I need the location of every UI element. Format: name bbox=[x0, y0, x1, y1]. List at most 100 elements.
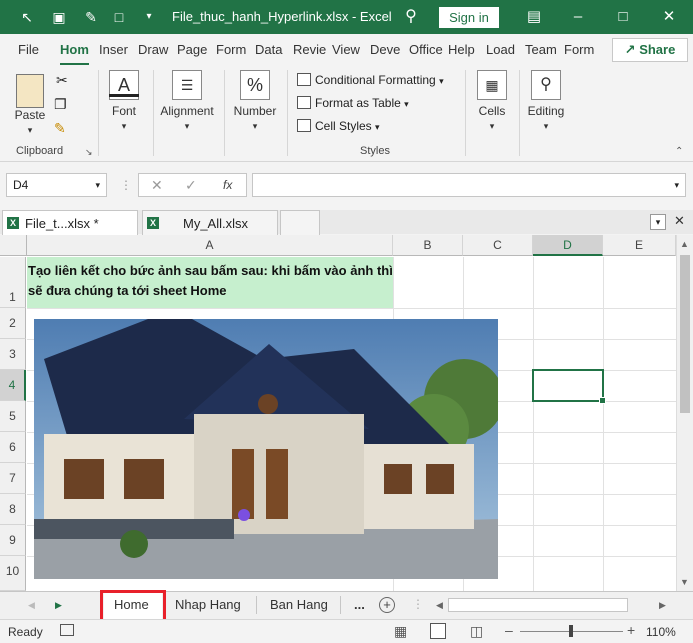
chevron-down-icon[interactable]: ▾ bbox=[674, 174, 679, 196]
close-icon[interactable]: ✕ bbox=[674, 213, 685, 229]
row-header-9[interactable]: 9 bbox=[0, 525, 26, 556]
sheet-tab-nhap-hang[interactable]: Nhap Hang bbox=[175, 597, 241, 613]
share-button[interactable]: ↗ Share bbox=[612, 38, 688, 62]
search-icon[interactable]: ⚲ bbox=[402, 9, 420, 25]
cells-icon[interactable]: ▦ bbox=[477, 70, 507, 100]
column-header-b[interactable]: B bbox=[393, 235, 463, 256]
next-sheet-icon[interactable]: ▶ bbox=[55, 600, 62, 611]
zoom-level[interactable]: 110% bbox=[646, 625, 676, 639]
cancel-icon[interactable]: ✕ bbox=[151, 177, 163, 194]
workbook-tab-label: File_t...xlsx * bbox=[25, 216, 99, 231]
splitter-icon[interactable]: ⋮ bbox=[412, 597, 424, 611]
close-button[interactable]: ✕ bbox=[654, 6, 684, 28]
sheet-tab-ban-hang[interactable]: Ban Hang bbox=[270, 597, 328, 613]
conditional-formatting-button[interactable]: Conditional Formatting ▾ bbox=[297, 72, 444, 88]
ribbon-display-icon[interactable]: ▤ bbox=[519, 6, 549, 28]
column-header-e[interactable]: E bbox=[603, 235, 676, 256]
chevron-down-icon[interactable]: ▾ bbox=[650, 214, 666, 230]
cell-a1[interactable]: Tạo liên kết cho bức ảnh sau bấm sau: kh… bbox=[27, 257, 393, 308]
tab-developer[interactable]: Deve bbox=[370, 42, 400, 58]
tab-file[interactable]: File bbox=[18, 42, 39, 58]
row-header-2[interactable]: 2 bbox=[0, 308, 26, 339]
column-header-a[interactable]: A bbox=[27, 235, 393, 256]
minimize-button[interactable]: – bbox=[563, 6, 593, 28]
edit-icon[interactable]: ✎ bbox=[82, 9, 100, 25]
tab-team[interactable]: Team bbox=[525, 42, 557, 58]
number-button[interactable]: Number ▾ bbox=[228, 104, 282, 132]
sign-in-button[interactable]: Sign in bbox=[439, 7, 499, 28]
scroll-thumb[interactable] bbox=[680, 255, 690, 413]
cell-styles-button[interactable]: Cell Styles ▾ bbox=[297, 118, 380, 134]
zoom-slider-thumb[interactable] bbox=[569, 625, 573, 637]
row-header-6[interactable]: 6 bbox=[0, 432, 26, 463]
paste-button[interactable]: Paste ▾ bbox=[10, 108, 50, 136]
page-layout-icon[interactable] bbox=[430, 623, 446, 639]
cut-icon[interactable]: ✂ bbox=[56, 72, 68, 89]
more-sheets-button[interactable]: ... bbox=[354, 597, 365, 613]
new-file-icon[interactable]: □ bbox=[110, 9, 128, 25]
enter-icon[interactable]: ✓ bbox=[185, 177, 197, 194]
page-break-icon[interactable]: ◫ bbox=[470, 623, 483, 640]
dialog-launcher-icon[interactable]: ↘ bbox=[85, 147, 93, 158]
alignment-icon[interactable]: ☰ bbox=[172, 70, 202, 100]
worksheet-grid[interactable]: A B C D E 1 2 3 4 5 6 7 8 9 10 Tạo liên … bbox=[0, 235, 676, 591]
scroll-left-icon[interactable]: ◀ bbox=[436, 600, 443, 611]
collapse-ribbon-icon[interactable]: ⌃ bbox=[675, 146, 683, 157]
row-header-10[interactable]: 10 bbox=[0, 556, 26, 591]
row-header-5[interactable]: 5 bbox=[0, 401, 26, 432]
house-image[interactable] bbox=[34, 319, 498, 579]
column-header-d[interactable]: D bbox=[533, 235, 603, 256]
tab-review[interactable]: Revie bbox=[293, 42, 326, 58]
zoom-in-icon[interactable]: + bbox=[627, 622, 635, 638]
cells-button[interactable]: Cells ▾ bbox=[470, 104, 514, 132]
zoom-out-icon[interactable]: – bbox=[505, 622, 513, 638]
tab-form[interactable]: Form bbox=[564, 42, 594, 58]
tab-load[interactable]: Load bbox=[486, 42, 515, 58]
tab-office[interactable]: Office bbox=[409, 42, 443, 58]
row-header-4[interactable]: 4 bbox=[0, 370, 26, 401]
scroll-down-icon[interactable]: ▼ bbox=[680, 577, 689, 587]
paste-icon[interactable] bbox=[16, 74, 44, 108]
tab-help[interactable]: Help bbox=[448, 42, 475, 58]
macro-record-icon[interactable] bbox=[60, 624, 74, 636]
prev-sheet-icon[interactable]: ◀ bbox=[28, 600, 35, 611]
scroll-right-icon[interactable]: ▶ bbox=[659, 600, 666, 611]
copy-icon[interactable]: ❐ bbox=[54, 96, 67, 113]
new-workbook-tab[interactable] bbox=[280, 210, 320, 235]
tab-data[interactable]: Data bbox=[255, 42, 282, 58]
percent-icon[interactable]: % bbox=[240, 70, 270, 100]
row-header-7[interactable]: 7 bbox=[0, 463, 26, 494]
tab-draw[interactable]: Draw bbox=[138, 42, 168, 58]
select-all-button[interactable] bbox=[0, 235, 27, 256]
insert-function-button[interactable]: fx bbox=[223, 178, 232, 192]
tab-home[interactable]: Hom bbox=[60, 42, 89, 65]
alignment-button[interactable]: Alignment ▾ bbox=[156, 104, 218, 132]
add-sheet-icon[interactable]: + bbox=[379, 597, 395, 613]
editing-button[interactable]: Editing ▾ bbox=[522, 104, 570, 132]
column-header-c[interactable]: C bbox=[463, 235, 533, 256]
workbook-tab-active[interactable]: X File_t...xlsx * bbox=[2, 210, 138, 235]
format-as-table-button[interactable]: Format as Table ▾ bbox=[297, 95, 409, 111]
autosave-icon[interactable]: ↖ bbox=[18, 9, 36, 25]
format-painter-icon[interactable]: ✎ bbox=[54, 120, 66, 137]
font-button[interactable]: Font ▾ bbox=[100, 104, 148, 132]
formula-input[interactable]: ▾ bbox=[252, 173, 686, 197]
tab-formulas[interactable]: Form bbox=[216, 42, 246, 58]
scroll-up-icon[interactable]: ▲ bbox=[680, 239, 689, 249]
workbook-tab[interactable]: X My_All.xlsx bbox=[142, 210, 278, 235]
horizontal-scroll-thumb[interactable] bbox=[448, 598, 628, 612]
search-icon[interactable]: ⚲ bbox=[531, 70, 561, 100]
row-header-3[interactable]: 3 bbox=[0, 339, 26, 370]
vertical-scrollbar[interactable]: ▲ ▼ bbox=[676, 235, 693, 591]
tab-insert[interactable]: Inser bbox=[99, 42, 128, 58]
maximize-button[interactable]: □ bbox=[608, 6, 638, 28]
tab-view[interactable]: View bbox=[332, 42, 360, 58]
tab-page-layout[interactable]: Page bbox=[177, 42, 207, 58]
row-header-1[interactable]: 1 bbox=[0, 257, 26, 308]
selected-cell-d4[interactable] bbox=[532, 369, 606, 404]
customize-qat-icon[interactable]: ▾ bbox=[140, 9, 158, 25]
row-header-8[interactable]: 8 bbox=[0, 494, 26, 525]
save-icon[interactable]: ▣ bbox=[50, 9, 68, 25]
normal-view-icon[interactable]: ▦ bbox=[394, 623, 407, 640]
name-box[interactable]: D4 ▾ bbox=[6, 173, 107, 197]
